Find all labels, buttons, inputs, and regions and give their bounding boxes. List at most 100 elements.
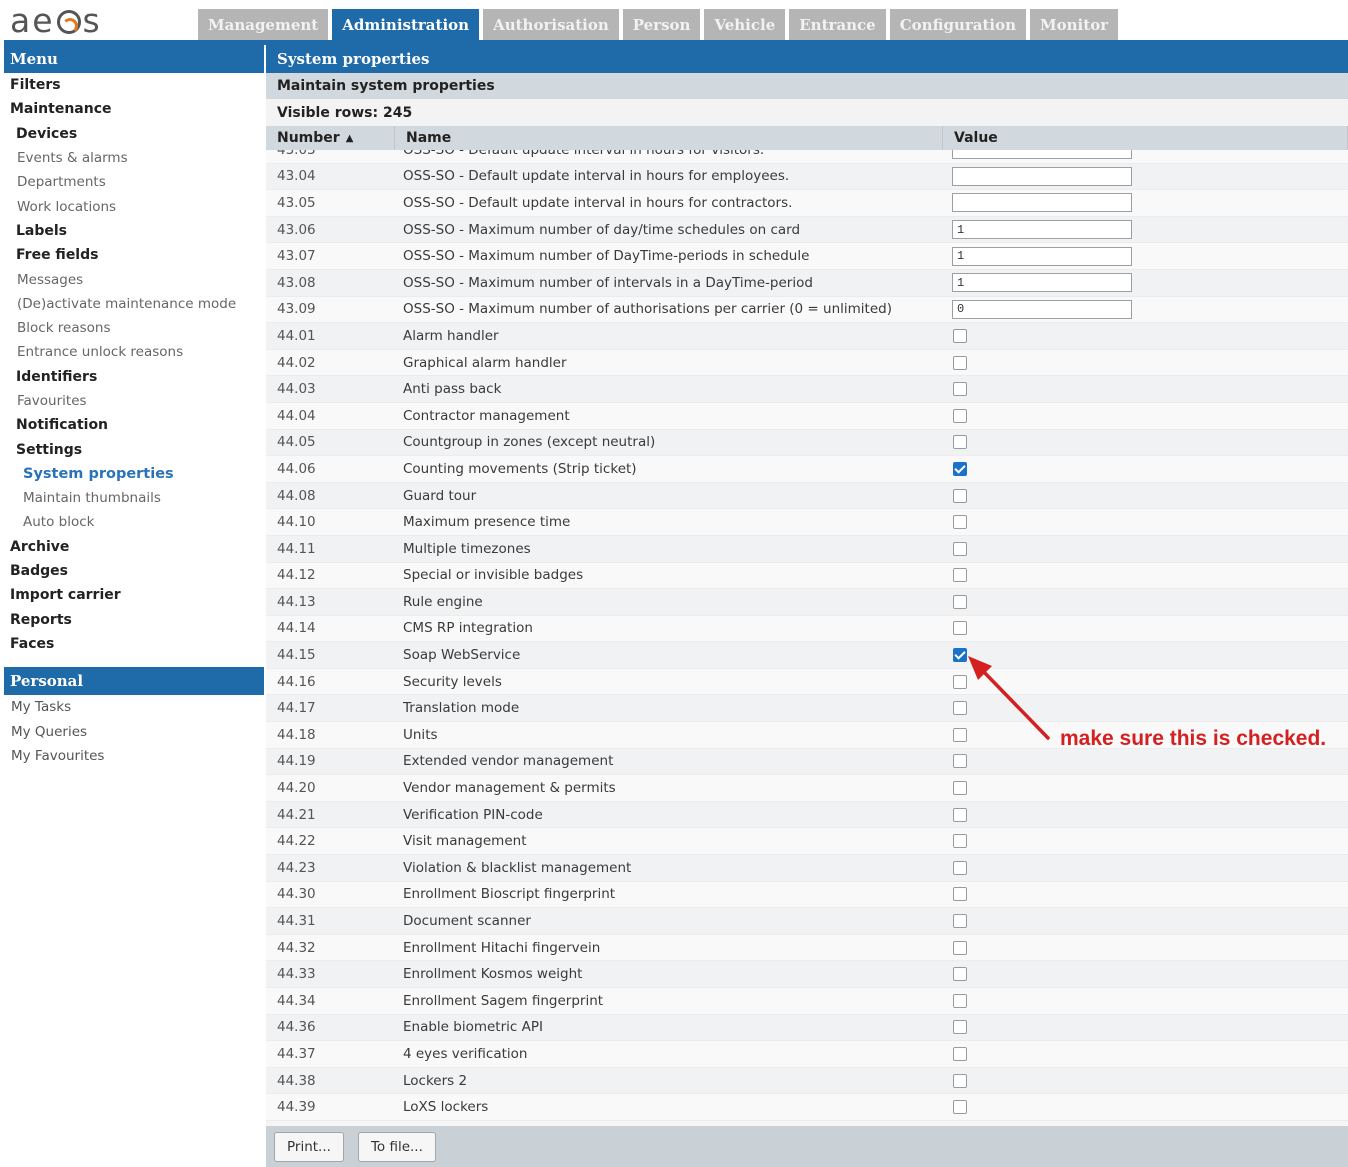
property-value-cell [952, 568, 1348, 583]
sidebar-item-entrance-unlock-reasons[interactable]: Entrance unlock reasons [4, 340, 264, 364]
property-checkbox[interactable] [953, 594, 967, 609]
property-checkbox[interactable] [953, 940, 967, 955]
property-checkbox[interactable] [953, 914, 967, 929]
property-checkbox[interactable] [953, 1020, 967, 1035]
property-checkbox[interactable] [953, 568, 967, 583]
property-value-input[interactable]: 0 [952, 299, 1132, 319]
property-checkbox[interactable] [953, 355, 967, 370]
table-row: 44.02 Graphical alarm handler [266, 349, 1348, 377]
sidebar-item-settings[interactable]: Settings [4, 437, 264, 461]
property-checkbox[interactable] [953, 541, 967, 556]
property-checkbox[interactable] [953, 701, 967, 716]
sidebar-item-identifiers[interactable]: Identifiers [4, 365, 264, 389]
property-number: 44.18 [277, 726, 316, 743]
column-value-label: Value [954, 130, 998, 146]
sidebar-item-free-fields[interactable]: Free fields [4, 243, 264, 267]
tab-vehicle[interactable]: Vehicle [704, 9, 786, 40]
table-footer: Print... To file... [266, 1126, 1348, 1167]
sidebar-item-work-locations[interactable]: Work locations [4, 194, 264, 218]
property-checkbox[interactable] [953, 328, 967, 343]
property-checkbox[interactable] [953, 382, 967, 397]
property-checkbox[interactable] [953, 515, 967, 530]
property-checkbox[interactable] [953, 993, 967, 1008]
table-row: 43.06 OSS-SO - Maximum number of day/time… [266, 216, 1348, 244]
sidebar-item-reports[interactable]: Reports [4, 608, 264, 632]
column-value-header[interactable]: Value [943, 126, 1348, 150]
personal-list: My Tasks My Queries My Favourites [4, 695, 264, 768]
sidebar-item-notification[interactable]: Notification [4, 413, 264, 437]
table-row: 44.10 Maximum presence time [266, 509, 1348, 536]
tab-person[interactable]: Person [622, 9, 701, 40]
sidebar-item-events-alarms[interactable]: Events & alarms [4, 146, 264, 170]
to-file-button[interactable]: To file... [357, 1131, 436, 1162]
page-subtitle: Maintain system properties [266, 73, 1348, 99]
sidebar-item-departments[interactable]: Departments [4, 170, 264, 194]
property-checkbox[interactable] [953, 408, 967, 423]
property-checkbox[interactable] [953, 860, 967, 875]
property-checkbox[interactable] [953, 1046, 967, 1061]
table-row: 44.34 Enrollment Sagem fingerprint [266, 988, 1348, 1015]
property-value-input[interactable] [952, 193, 1132, 213]
property-name: Document scanner [403, 913, 531, 930]
property-name: OSS-SO - Maximum number of intervals in … [403, 274, 813, 291]
property-value-input[interactable] [952, 166, 1132, 186]
sidebar-item-maintain-thumbnails[interactable]: Maintain thumbnails [4, 486, 264, 510]
property-checkbox[interactable] [953, 621, 967, 636]
sidebar-item-import-carrier[interactable]: Import carrier [4, 583, 264, 607]
sidebar-item-block-reasons[interactable]: Block reasons [4, 316, 264, 340]
property-value-input[interactable]: 1 [952, 220, 1132, 240]
property-value-input[interactable]: 1 [952, 273, 1132, 293]
property-checkbox-checked[interactable] [953, 648, 967, 663]
property-number: 44.06 [277, 460, 316, 477]
property-checkbox[interactable] [953, 807, 967, 822]
sidebar-item-labels[interactable]: Labels [4, 219, 264, 243]
tab-management[interactable]: Management [198, 9, 329, 40]
property-value-input[interactable] [952, 150, 1132, 160]
property-name: Alarm handler [403, 327, 499, 344]
property-checkbox[interactable] [953, 1073, 967, 1088]
sidebar-item-my-queries[interactable]: My Queries [4, 719, 264, 743]
property-checkbox[interactable] [953, 834, 967, 849]
sidebar-item-maintenance[interactable]: Maintenance [4, 97, 264, 121]
sidebar-item-faces[interactable]: Faces [4, 632, 264, 656]
properties-table[interactable]: 43.03OSS-SO - Default update interval in… [266, 150, 1348, 1126]
property-number: 44.32 [277, 939, 316, 956]
property-checkbox[interactable] [953, 435, 967, 450]
sidebar-item-auto-block[interactable]: Auto block [4, 510, 264, 534]
property-checkbox[interactable] [953, 727, 967, 742]
property-value-cell [952, 435, 1348, 450]
sidebar-item-archive[interactable]: Archive [4, 535, 264, 559]
column-number-header[interactable]: Number ▲ [266, 126, 395, 150]
column-name-header[interactable]: Name [395, 126, 943, 150]
sidebar-item-badges[interactable]: Badges [4, 559, 264, 583]
table-row: 44.39 LoXS lockers [266, 1094, 1348, 1121]
property-checkbox[interactable] [953, 754, 967, 769]
tab-monitor[interactable]: Monitor [1030, 9, 1119, 40]
property-name: OSS-SO - Maximum number of DayTime-perio… [403, 248, 810, 265]
sidebar-item-my-tasks[interactable]: My Tasks [4, 695, 264, 719]
property-checkbox[interactable] [953, 781, 967, 796]
property-checkbox[interactable] [953, 887, 967, 902]
tab-entrance[interactable]: Entrance [789, 9, 886, 40]
sidebar-item-devices[interactable]: Devices [4, 122, 264, 146]
tab-authorisation[interactable]: Authorisation [483, 9, 619, 40]
property-checkbox[interactable] [953, 1100, 967, 1115]
property-checkbox-checked[interactable] [953, 461, 967, 476]
tab-administration[interactable]: Administration [332, 9, 480, 40]
property-checkbox[interactable] [953, 967, 967, 982]
property-checkbox[interactable] [953, 488, 967, 503]
sidebar-item-messages[interactable]: Messages [4, 267, 264, 291]
property-name: Guard tour [403, 487, 477, 504]
sidebar-item-my-favourites[interactable]: My Favourites [4, 744, 264, 768]
print-button[interactable]: Print... [274, 1131, 344, 1162]
property-name: Enable biometric API [403, 1019, 543, 1036]
sidebar-item-system-properties[interactable]: System properties [4, 462, 264, 486]
sidebar-item-favourites[interactable]: Favourites [4, 389, 264, 413]
tab-configuration[interactable]: Configuration [889, 9, 1027, 40]
property-value-input[interactable]: 1 [952, 246, 1132, 266]
sidebar-item-filters[interactable]: Filters [4, 73, 264, 97]
property-name: Countgroup in zones (except neutral) [403, 434, 656, 451]
property-number: 44.11 [277, 540, 316, 557]
property-checkbox[interactable] [953, 674, 967, 689]
sidebar-item-de-activate-maintenance-mode[interactable]: (De)activate maintenance mode [4, 292, 264, 316]
